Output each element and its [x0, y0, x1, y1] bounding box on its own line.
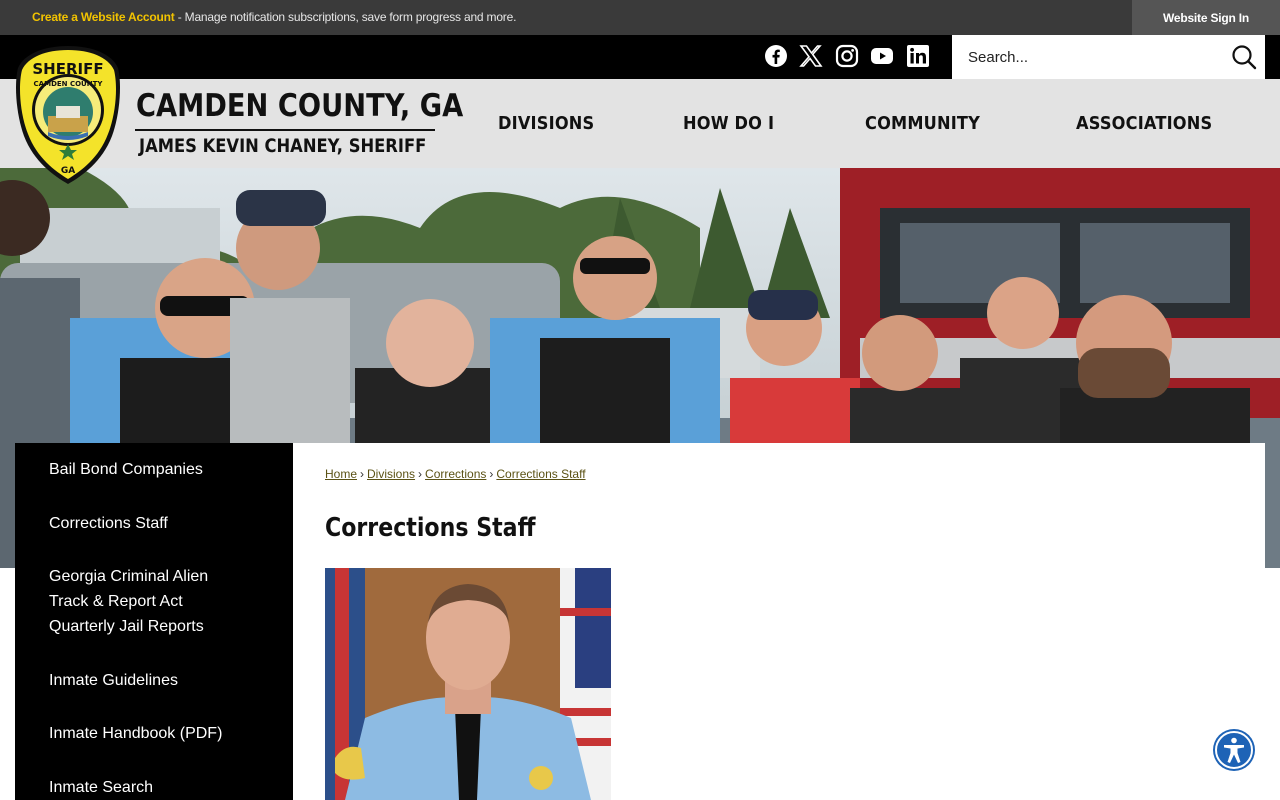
accessibility-icon[interactable] [1213, 729, 1255, 771]
social-instagram [835, 44, 859, 68]
site-title[interactable]: CAMDEN COUNTY, GA [136, 88, 463, 124]
nav-how-do-i[interactable]: HOW DO I [683, 113, 774, 134]
linkedin-icon[interactable] [906, 44, 930, 68]
side-menu-inmate-search[interactable]: Inmate Search [49, 775, 269, 800]
youtube-icon[interactable] [870, 44, 894, 68]
social-x [799, 44, 823, 68]
social-linkedin [906, 44, 930, 68]
facebook-icon[interactable] [764, 44, 788, 68]
site-subtitle[interactable]: JAMES KEVIN CHANEY, SHERIFF [139, 135, 426, 157]
social-youtube [870, 44, 894, 68]
badge-ring-text: CAMDEN COUNTY [34, 80, 104, 88]
sheriff-badge-logo[interactable]: SHERIFF CAMDEN COUNTY GA [14, 44, 122, 186]
badge-top-text: SHERIFF [32, 60, 103, 78]
notification-text: - Manage notification subscriptions, sav… [174, 10, 517, 24]
side-menu-bail-bond-companies[interactable]: Bail Bond Companies [49, 457, 269, 482]
create-account-link[interactable]: Create a Website Account [32, 10, 175, 24]
side-menu-gcatra-reports[interactable]: Georgia Criminal Alien Track & Report Ac… [49, 564, 229, 639]
x-icon[interactable] [799, 44, 823, 68]
breadcrumb-corrections-staff[interactable]: Corrections Staff [496, 467, 585, 481]
notification-message: Create a Website Account - Manage notifi… [32, 10, 516, 24]
staff-portrait-image [325, 568, 611, 800]
sign-in-button[interactable]: Website Sign In [1132, 0, 1280, 35]
side-menu-inmate-guidelines[interactable]: Inmate Guidelines [49, 668, 269, 693]
breadcrumb: Home › Divisions › Corrections › Corrections S… [325, 467, 586, 481]
nav-associations[interactable]: ASSOCIATIONS [1076, 113, 1212, 134]
nav-community[interactable]: COMMUNITY [865, 113, 980, 134]
breadcrumb-divisions[interactable]: Divisions [367, 467, 415, 481]
nav-divisions[interactable]: DIVISIONS [498, 113, 594, 134]
search-icon[interactable] [1231, 44, 1257, 70]
notification-bar: Create a Website Account - Manage notifi… [0, 0, 1280, 35]
title-divider [135, 129, 435, 131]
breadcrumb-corrections[interactable]: Corrections [425, 467, 486, 481]
search-input[interactable] [952, 35, 1222, 79]
breadcrumb-home[interactable]: Home [325, 467, 357, 481]
badge-bottom-text: GA [61, 166, 75, 176]
side-menu-inmate-handbook[interactable]: Inmate Handbook (PDF) [49, 721, 269, 746]
side-menu: Bail Bond Companies Corrections Staff Ge… [15, 443, 293, 800]
instagram-icon[interactable] [835, 44, 859, 68]
search-box [952, 35, 1265, 79]
side-menu-corrections-staff[interactable]: Corrections Staff [49, 511, 269, 536]
page-title: Corrections Staff [325, 513, 536, 543]
main-content: Home › Divisions › Corrections › Corrections S… [293, 443, 1265, 800]
social-links [764, 44, 788, 68]
